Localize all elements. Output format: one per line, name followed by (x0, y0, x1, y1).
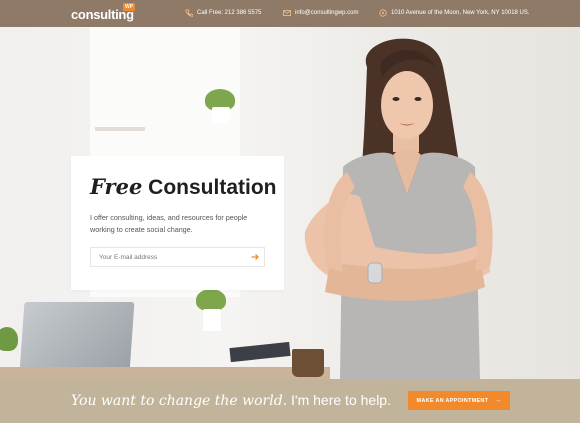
phone-text: Call Free: 212 386 5575 (197, 10, 262, 16)
email-text: info@consultingwp.com (295, 10, 359, 16)
header-address[interactable]: 1010 Avenue of the Moon, New York, NY 10… (379, 9, 530, 17)
make-appointment-button[interactable]: MAKE AN APPOINTMENT → (408, 391, 510, 410)
arrow-right-icon[interactable] (250, 252, 260, 262)
envelope-icon (283, 10, 291, 16)
desk-surface (0, 367, 330, 379)
location-pin-icon (379, 9, 387, 17)
banner-text-italic: You want to change the world. (71, 393, 288, 409)
card-title: Free Consultation (90, 174, 277, 200)
card-description: I offer consulting, ideas, and resources… (90, 213, 248, 234)
consultation-card: Free Consultation I offer consulting, id… (71, 156, 284, 290)
plant-image-left (0, 327, 18, 351)
plant-pot-lower (203, 309, 221, 331)
book-image (229, 341, 291, 363)
arrow-right-icon: → (494, 397, 502, 404)
plant-image-lower (196, 289, 226, 311)
header-phone[interactable]: Call Free: 212 386 5575 (185, 9, 261, 17)
address-text: 1010 Avenue of the Moon, New York, NY 10… (391, 10, 530, 16)
woman-photo (304, 38, 493, 379)
bottom-banner: You want to change the world. I'm here t… (0, 379, 580, 423)
background-shelf (95, 127, 145, 131)
banner-text: You want to change the world. I'm here t… (71, 392, 391, 409)
logo-badge: WP (123, 3, 136, 11)
email-form (90, 247, 265, 267)
phone-icon (185, 9, 193, 17)
plant-pot (212, 107, 230, 123)
top-header: consulting WP Call Free: 212 386 5575 in… (0, 0, 580, 27)
laptop-image (19, 302, 135, 372)
header-email[interactable]: info@consultingwp.com (283, 9, 358, 17)
title-italic: Free (90, 174, 143, 199)
title-regular: Consultation (148, 176, 277, 199)
email-input[interactable] (91, 248, 241, 266)
cta-label: MAKE AN APPOINTMENT (416, 397, 489, 404)
banner-text-regular: I'm here to help. (291, 392, 391, 408)
hero-section: Free Consultation I offer consulting, id… (0, 27, 580, 379)
